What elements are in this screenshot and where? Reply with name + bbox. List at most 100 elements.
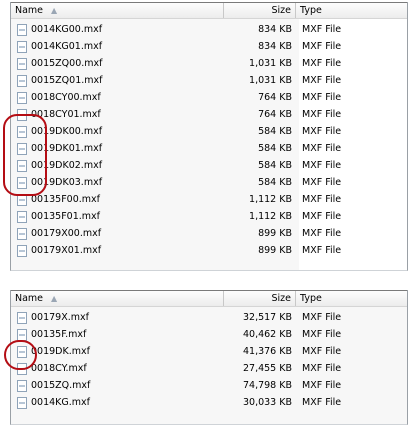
file-row[interactable]: 0019DK03.mxf 584 KB MXF File [11, 174, 407, 191]
column-header-size-label: Size [271, 5, 291, 16]
file-row[interactable]: 0014KG01.mxf 834 KB MXF File [11, 38, 407, 55]
file-row[interactable]: 0015ZQ00.mxf 1,031 KB MXF File [11, 55, 407, 72]
file-row[interactable]: 0019DK02.mxf 584 KB MXF File [11, 157, 407, 174]
file-list-bottom: Name ▲ Size Type 00179X.mxf 32,517 KB MXF … [10, 290, 408, 425]
file-row[interactable]: 0014KG.mxf 30,033 KB MXF File [11, 394, 407, 411]
file-name: 0019DK00.mxf [31, 126, 103, 137]
file-row[interactable]: 0014KG00.mxf 834 KB MXF File [11, 21, 407, 38]
file-list-top: Name ▲ Size Type 0014KG00.mxf 834 KB MXF F… [10, 2, 408, 271]
file-size: 584 KB [258, 177, 292, 188]
mxf-file-icon [17, 159, 27, 172]
column-header-size-label: Size [271, 293, 291, 304]
file-name: 0015ZQ.mxf [31, 380, 91, 391]
mxf-file-icon [17, 193, 27, 206]
mxf-file-icon [17, 40, 27, 53]
file-size: 27,455 KB [242, 363, 292, 374]
mxf-file-icon [17, 176, 27, 189]
file-row[interactable]: 0015ZQ.mxf 74,798 KB MXF File [11, 377, 407, 394]
mxf-file-icon [17, 379, 27, 392]
file-size: 32,517 KB [242, 312, 292, 323]
mxf-file-icon [17, 311, 27, 324]
file-type: MXF File [302, 380, 342, 391]
file-size: 584 KB [258, 143, 292, 154]
file-type: MXF File [302, 126, 342, 137]
column-header-type[interactable]: Type [296, 3, 407, 18]
file-rows-bottom: 00179X.mxf 32,517 KB MXF File 00135F.mxf 40… [11, 307, 407, 411]
mxf-file-icon [17, 328, 27, 341]
file-type: MXF File [302, 109, 342, 120]
mxf-file-icon [17, 74, 27, 87]
file-row[interactable]: 0018CY00.mxf 764 KB MXF File [11, 89, 407, 106]
file-size: 899 KB [258, 228, 292, 239]
file-type: MXF File [302, 228, 342, 239]
file-row[interactable]: 00135F01.mxf 1,112 KB MXF File [11, 208, 407, 225]
file-size: 764 KB [258, 92, 292, 103]
column-header-name[interactable]: Name ▲ [11, 291, 224, 306]
file-name: 00179X01.mxf [31, 245, 102, 256]
mxf-file-icon [17, 57, 27, 70]
column-header-type-label: Type [300, 5, 322, 16]
sort-ascending-icon: ▲ [51, 6, 58, 15]
mxf-file-icon [17, 396, 27, 409]
column-header-name[interactable]: Name ▲ [11, 3, 224, 18]
file-name: 00135F01.mxf [31, 211, 101, 222]
file-row[interactable]: 0018CY.mxf 27,455 KB MXF File [11, 360, 407, 377]
file-size: 1,031 KB [249, 58, 292, 69]
file-size: 30,033 KB [242, 397, 292, 408]
column-header-type[interactable]: Type [296, 291, 407, 306]
file-size: 41,376 KB [242, 346, 292, 357]
file-size: 1,031 KB [249, 75, 292, 86]
file-type: MXF File [302, 211, 342, 222]
file-name: 0015ZQ00.mxf [31, 58, 103, 69]
file-type: MXF File [302, 363, 342, 374]
mxf-file-icon [17, 23, 27, 36]
file-type: MXF File [302, 160, 342, 171]
column-header-size[interactable]: Size [224, 291, 296, 306]
mxf-file-icon [17, 210, 27, 223]
file-name: 0015ZQ01.mxf [31, 75, 103, 86]
file-type: MXF File [302, 58, 342, 69]
file-row[interactable]: 00135F.mxf 40,462 KB MXF File [11, 326, 407, 343]
file-type: MXF File [302, 41, 342, 52]
column-header-name-label: Name [15, 5, 44, 16]
file-name: 0014KG00.mxf [31, 24, 103, 35]
file-size: 1,112 KB [249, 211, 292, 222]
file-name: 00135F.mxf [31, 329, 87, 340]
file-row[interactable]: 00179X00.mxf 899 KB MXF File [11, 225, 407, 242]
file-row[interactable]: 00135F00.mxf 1,112 KB MXF File [11, 191, 407, 208]
file-row[interactable]: 0019DK01.mxf 584 KB MXF File [11, 140, 407, 157]
file-row[interactable]: 0015ZQ01.mxf 1,031 KB MXF File [11, 72, 407, 89]
file-type: MXF File [302, 143, 342, 154]
file-row[interactable]: 00179X.mxf 32,517 KB MXF File [11, 309, 407, 326]
mxf-file-icon [17, 244, 27, 257]
file-size: 1,112 KB [249, 194, 292, 205]
mxf-file-icon [17, 108, 27, 121]
file-row[interactable]: 0019DK.mxf 41,376 KB MXF File [11, 343, 407, 360]
file-type: MXF File [302, 397, 342, 408]
file-type: MXF File [302, 245, 342, 256]
file-name: 0019DK02.mxf [31, 160, 103, 171]
file-row[interactable]: 0019DK00.mxf 584 KB MXF File [11, 123, 407, 140]
file-row[interactable]: 00179X01.mxf 899 KB MXF File [11, 242, 407, 259]
file-type: MXF File [302, 194, 342, 205]
file-row[interactable]: 0018CY01.mxf 764 KB MXF File [11, 106, 407, 123]
file-name: 0019DK.mxf [31, 346, 90, 357]
file-type: MXF File [302, 92, 342, 103]
mxf-file-icon [17, 142, 27, 155]
column-header-size[interactable]: Size [224, 3, 296, 18]
file-name: 00179X00.mxf [31, 228, 102, 239]
file-type: MXF File [302, 329, 342, 340]
file-name: 0019DK01.mxf [31, 143, 103, 154]
file-name: 0018CY00.mxf [31, 92, 101, 103]
file-name: 0018CY01.mxf [31, 109, 101, 120]
file-size: 584 KB [258, 160, 292, 171]
mxf-file-icon [17, 345, 27, 358]
file-type: MXF File [302, 177, 342, 188]
sort-ascending-icon: ▲ [51, 294, 58, 303]
file-rows-top: 0014KG00.mxf 834 KB MXF File 0014KG01.mxf 8… [11, 19, 407, 259]
file-size: 899 KB [258, 245, 292, 256]
file-size: 834 KB [258, 41, 292, 52]
file-name: 0014KG.mxf [31, 397, 91, 408]
file-size: 40,462 KB [242, 329, 292, 340]
file-type: MXF File [302, 346, 342, 357]
